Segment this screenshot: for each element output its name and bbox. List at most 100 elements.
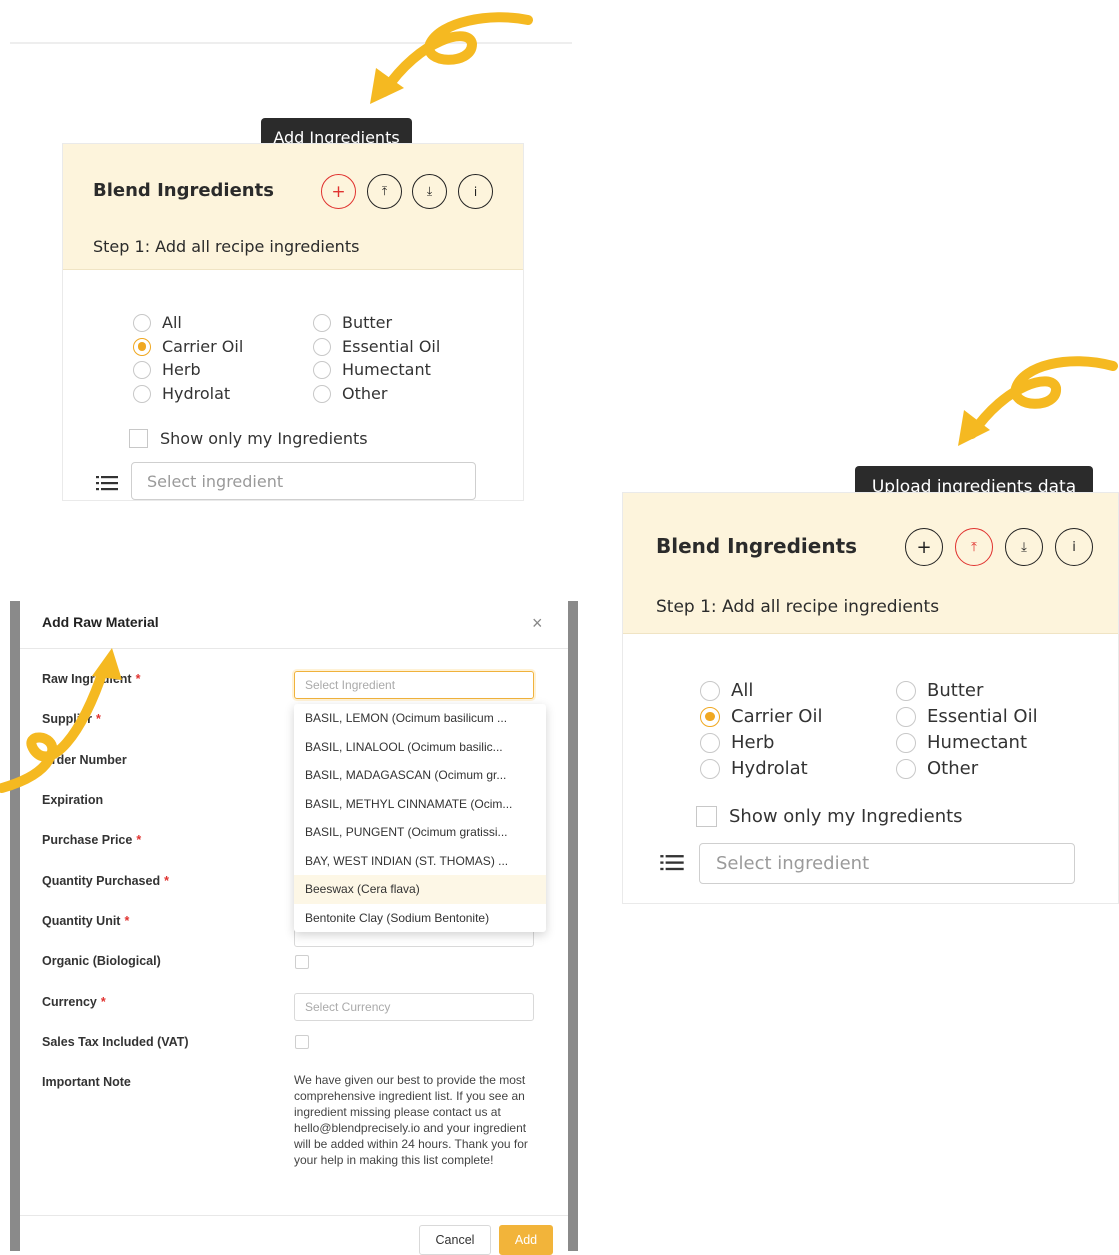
radio-circle[interactable]	[313, 337, 331, 356]
radio-butter[interactable]: Butter	[313, 313, 392, 332]
select-ingredient-input[interactable]: Select ingredient	[699, 843, 1075, 884]
radio-circle[interactable]	[313, 384, 331, 403]
info-icon: i	[1072, 539, 1076, 555]
modal-backdrop	[568, 601, 578, 1251]
raw-ingredient-select[interactable]: Select Ingredient	[294, 671, 534, 699]
radio-butter[interactable]: Butter	[896, 680, 983, 701]
radio-label: Carrier Oil	[731, 706, 823, 727]
important-note-label: Important Note	[42, 1075, 131, 1089]
panel-title: Blend Ingredients	[656, 534, 858, 558]
upload-button[interactable]: ⤒	[367, 174, 402, 209]
sales-tax-label: Sales Tax Included (VAT)	[42, 1035, 189, 1049]
select-placeholder: Select Ingredient	[305, 678, 396, 692]
radio-circle[interactable]	[313, 313, 331, 332]
radio-circle[interactable]	[896, 758, 916, 779]
dropdown-option[interactable]: BASIL, LINALOOL (Ocimum basilic...	[294, 733, 546, 762]
required-mark: *	[100, 995, 106, 1009]
checkbox-label: Show only my Ingredients	[160, 429, 368, 448]
radio-label: Other	[927, 758, 979, 779]
radio-hydrolat[interactable]: Hydrolat	[700, 758, 808, 779]
radio-label: Butter	[342, 313, 393, 332]
radio-circle[interactable]	[313, 360, 331, 379]
radio-label: Humectant	[342, 360, 431, 379]
label-text: Purchase Price	[42, 833, 133, 847]
select-ingredient-input[interactable]: Select ingredient	[131, 462, 476, 500]
select-placeholder: Select ingredient	[716, 853, 870, 874]
arrow-icon	[958, 356, 1118, 446]
dropdown-option[interactable]: BAY, WEST INDIAN (ST. THOMAS) ...	[294, 847, 546, 876]
radio-label: Essential Oil	[927, 706, 1038, 727]
radio-circle[interactable]	[896, 706, 916, 727]
download-button[interactable]: ⤓	[412, 174, 447, 209]
modal-title: Add Raw Material	[42, 614, 159, 630]
show-only-mine-checkbox[interactable]: Show only my Ingredients	[129, 429, 368, 448]
dropdown-option[interactable]: Bentonite Clay (Sodium Bentonite)	[294, 904, 546, 933]
radio-circle[interactable]	[133, 337, 151, 356]
dropdown-option[interactable]: BASIL, MADAGASCAN (Ocimum gr...	[294, 761, 546, 790]
radio-label: Hydrolat	[162, 384, 231, 403]
radio-essential-oil[interactable]: Essential Oil	[896, 706, 1038, 727]
radio-other[interactable]: Other	[313, 384, 387, 403]
sales-tax-checkbox[interactable]	[295, 1035, 309, 1049]
radio-hydrolat[interactable]: Hydrolat	[133, 384, 230, 403]
download-icon: ⤓	[1021, 539, 1027, 555]
organic-checkbox[interactable]	[295, 955, 309, 969]
checkbox-box[interactable]	[696, 806, 717, 827]
download-button[interactable]: ⤓	[1005, 528, 1043, 566]
list-icon[interactable]	[96, 475, 118, 491]
radio-circle[interactable]	[133, 384, 151, 403]
dropdown-option[interactable]: BASIL, PUNGENT (Ocimum gratissi...	[294, 818, 546, 847]
plus-icon: +	[331, 181, 346, 202]
select-placeholder: Select ingredient	[147, 471, 284, 491]
radio-label: Butter	[927, 680, 984, 701]
radio-other[interactable]: Other	[896, 758, 978, 779]
radio-circle[interactable]	[896, 680, 916, 701]
radio-circle[interactable]	[700, 758, 720, 779]
panel-title: Blend Ingredients	[93, 180, 274, 201]
radio-label: Humectant	[927, 732, 1028, 753]
radio-circle[interactable]	[700, 680, 720, 701]
radio-all[interactable]: All	[133, 313, 182, 332]
label-text: Quantity Unit	[42, 914, 121, 928]
checkbox-box[interactable]	[129, 429, 148, 448]
radio-label: All	[162, 313, 182, 332]
radio-herb[interactable]: Herb	[133, 360, 201, 379]
currency-select[interactable]: Select Currency	[294, 993, 534, 1021]
radio-carrier-oil[interactable]: Carrier Oil	[133, 337, 243, 356]
checkbox-label: Show only my Ingredients	[729, 806, 963, 827]
upload-button[interactable]: ⤒	[955, 528, 993, 566]
radio-circle[interactable]	[896, 732, 916, 753]
radio-circle[interactable]	[133, 360, 151, 379]
radio-humectant[interactable]: Humectant	[896, 732, 1027, 753]
info-button[interactable]: i	[1055, 528, 1093, 566]
radio-circle[interactable]	[133, 313, 151, 332]
ingredient-dropdown: BASIL, LEMON (Ocimum basilicum ... BASIL…	[294, 704, 546, 932]
radio-carrier-oil[interactable]: Carrier Oil	[700, 706, 822, 727]
add-ingredient-button[interactable]: +	[905, 528, 943, 566]
step-text: Step 1: Add all recipe ingredients	[93, 237, 360, 256]
label-text: Currency	[42, 995, 97, 1009]
download-icon: ⤓	[426, 184, 433, 198]
add-ingredient-button[interactable]: +	[321, 174, 356, 209]
radio-humectant[interactable]: Humectant	[313, 360, 431, 379]
radio-essential-oil[interactable]: Essential Oil	[313, 337, 440, 356]
radio-circle[interactable]	[700, 706, 720, 727]
dropdown-option[interactable]: BASIL, LEMON (Ocimum basilicum ...	[294, 704, 546, 733]
dropdown-option[interactable]: BASIL, METHYL CINNAMATE (Ocim...	[294, 790, 546, 819]
radio-all[interactable]: All	[700, 680, 753, 701]
radio-circle[interactable]	[700, 732, 720, 753]
close-icon[interactable]: ×	[532, 613, 543, 634]
required-mark: *	[164, 874, 169, 888]
radio-herb[interactable]: Herb	[700, 732, 774, 753]
radio-label: Essential Oil	[342, 337, 441, 356]
info-button[interactable]: i	[458, 174, 493, 209]
blend-ingredients-panel: Blend Ingredients + ⤒ ⤓ i Step 1: Add al…	[62, 143, 524, 501]
quantity-purchased-label: Quantity Purchased *	[42, 874, 169, 888]
list-icon[interactable]	[660, 854, 684, 871]
radio-label: Herb	[162, 360, 201, 379]
radio-label: Hydrolat	[731, 758, 808, 779]
upload-icon: ⤒	[971, 539, 977, 555]
dropdown-option[interactable]: Beeswax (Cera flava)	[294, 875, 546, 904]
radio-label: Carrier Oil	[162, 337, 244, 356]
show-only-mine-checkbox[interactable]: Show only my Ingredients	[696, 806, 963, 827]
